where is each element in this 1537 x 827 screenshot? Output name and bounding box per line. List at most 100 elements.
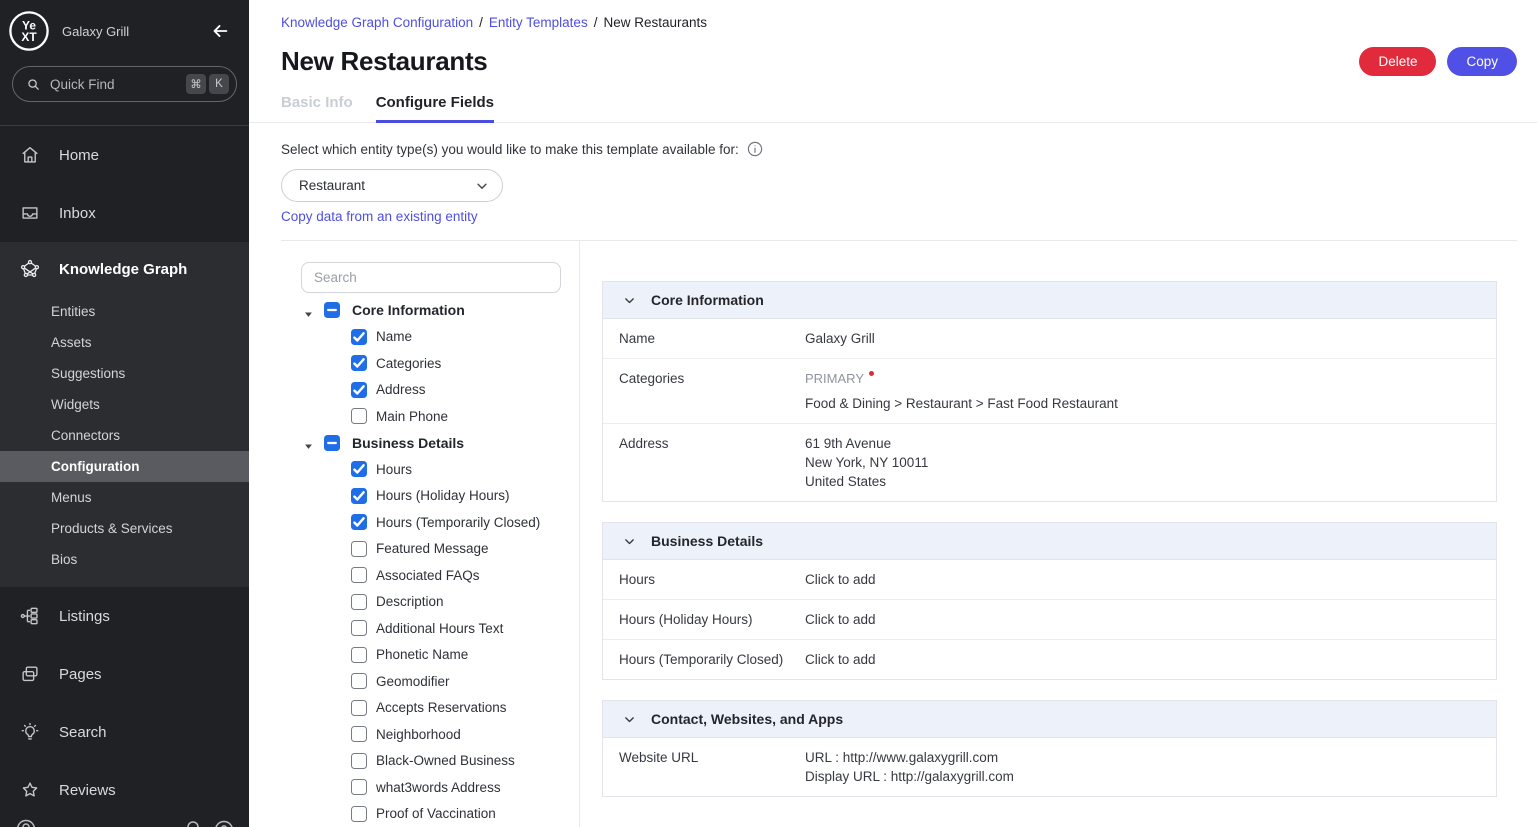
- field-associated-faqs[interactable]: Associated FAQs: [281, 562, 579, 589]
- preview-row-label: Name: [619, 329, 805, 348]
- value-line: New York, NY 10011: [805, 453, 928, 472]
- field-checkbox[interactable]: [351, 541, 367, 557]
- notifications-bell-icon[interactable]: [181, 818, 205, 827]
- pages-icon: [19, 663, 41, 685]
- field-checkbox[interactable]: [351, 408, 367, 424]
- sidebar-item-menus[interactable]: Menus: [0, 482, 249, 513]
- field-geomodifier[interactable]: Geomodifier: [281, 668, 579, 695]
- field-checkbox[interactable]: [351, 567, 367, 583]
- sidebar-item-connectors[interactable]: Connectors: [0, 420, 249, 451]
- tab-basic-info[interactable]: Basic Info: [281, 94, 353, 123]
- section-header-core-information[interactable]: Core Information: [603, 282, 1496, 319]
- field-checkbox[interactable]: [351, 753, 367, 769]
- field-checkbox[interactable]: [351, 329, 367, 345]
- sidebar-item-search[interactable]: Search: [0, 703, 249, 761]
- field-featured-message[interactable]: Featured Message: [281, 536, 579, 563]
- field-checkbox[interactable]: [351, 806, 367, 822]
- delete-button[interactable]: Delete: [1359, 47, 1436, 76]
- field-checkbox[interactable]: [351, 514, 367, 530]
- preview-row-hours-holiday-hours: Hours (Holiday Hours)Click to add: [603, 600, 1496, 640]
- field-neighborhood[interactable]: Neighborhood: [281, 721, 579, 748]
- group-checkbox[interactable]: [324, 302, 340, 318]
- click-to-add[interactable]: Click to add: [805, 650, 876, 669]
- breadcrumb-item-entity-templates[interactable]: Entity Templates: [489, 15, 588, 30]
- field-hours[interactable]: Hours: [281, 456, 579, 483]
- sidebar-item-pages[interactable]: Pages: [0, 645, 249, 703]
- field-search-input[interactable]: [301, 262, 561, 293]
- field-description[interactable]: Description: [281, 589, 579, 616]
- field-checkbox[interactable]: [351, 355, 367, 371]
- field-picker-panel: Core InformationNameCategoriesAddressMai…: [249, 241, 580, 827]
- field-checkbox[interactable]: [351, 461, 367, 477]
- sidebar-item-home[interactable]: Home: [0, 126, 249, 184]
- field-checkbox[interactable]: [351, 673, 367, 689]
- field-phonetic-name[interactable]: Phonetic Name: [281, 642, 579, 669]
- field-main-phone[interactable]: Main Phone: [281, 403, 579, 430]
- sidebar-item-configuration[interactable]: Configuration: [0, 451, 249, 482]
- breadcrumb-item-knowledge-graph-configuration[interactable]: Knowledge Graph Configuration: [281, 15, 473, 30]
- field-label: Hours (Temporarily Closed): [376, 515, 540, 530]
- sidebar-item-reviews[interactable]: Reviews: [0, 761, 249, 819]
- sidebar-item-widgets[interactable]: Widgets: [0, 389, 249, 420]
- field-group-core-information[interactable]: Core Information: [281, 297, 579, 324]
- field-group-business-details[interactable]: Business Details: [281, 430, 579, 457]
- entity-type-selected-value: Restaurant: [299, 178, 365, 193]
- field-checkbox[interactable]: [351, 488, 367, 504]
- preview-row-value: Click to add: [805, 610, 876, 629]
- preview-row-value: Click to add: [805, 650, 876, 669]
- field-checkbox[interactable]: [351, 647, 367, 663]
- sidebar-item-products-services[interactable]: Products & Services: [0, 513, 249, 544]
- field-hours-holiday-hours[interactable]: Hours (Holiday Hours): [281, 483, 579, 510]
- field-group-label: Business Details: [352, 435, 464, 451]
- sidebar-item-knowledge-graph[interactable]: Knowledge Graph: [0, 242, 249, 296]
- field-proof-of-vaccination[interactable]: Proof of Vaccination: [281, 801, 579, 827]
- tab-configure-fields[interactable]: Configure Fields: [376, 94, 494, 123]
- svg-text:XT: XT: [21, 30, 37, 44]
- primary-tag: PRIMARY: [805, 369, 1118, 388]
- sidebar-item-inbox[interactable]: Inbox: [0, 184, 249, 242]
- sidebar-item-suggestions[interactable]: Suggestions: [0, 358, 249, 389]
- copy-existing-entity-link[interactable]: Copy data from an existing entity: [281, 209, 478, 224]
- brand-row: YeXT Galaxy Grill: [0, 0, 249, 62]
- entity-type-select[interactable]: Restaurant: [281, 169, 503, 202]
- field-checkbox[interactable]: [351, 779, 367, 795]
- field-checkbox[interactable]: [351, 594, 367, 610]
- sidebar-item-bios[interactable]: Bios: [0, 544, 249, 575]
- caret-down-icon[interactable]: [304, 438, 313, 447]
- field-checkbox[interactable]: [351, 726, 367, 742]
- field-black-owned-business[interactable]: Black-Owned Business: [281, 748, 579, 775]
- field-label: Accepts Reservations: [376, 700, 507, 715]
- section-header-contact-websites-and-apps[interactable]: Contact, Websites, and Apps: [603, 701, 1496, 738]
- field-what3words-address[interactable]: what3words Address: [281, 774, 579, 801]
- sidebar-item-listings[interactable]: Listings: [0, 587, 249, 645]
- title-row: New Restaurants Delete Copy: [281, 45, 1517, 77]
- field-checkbox[interactable]: [351, 700, 367, 716]
- field-additional-hours-text[interactable]: Additional Hours Text: [281, 615, 579, 642]
- collapse-sidebar-arrow-icon[interactable]: [209, 20, 231, 42]
- field-label: Associated FAQs: [376, 568, 480, 583]
- field-hours-temporarily-closed[interactable]: Hours (Temporarily Closed): [281, 509, 579, 536]
- field-checkbox[interactable]: [351, 382, 367, 398]
- chevron-down-icon: [623, 713, 636, 726]
- quick-find[interactable]: Quick Find ⌘ K: [12, 66, 237, 102]
- section-header-business-details[interactable]: Business Details: [603, 523, 1496, 560]
- field-checkbox[interactable]: [351, 620, 367, 636]
- field-categories[interactable]: Categories: [281, 350, 579, 377]
- help-icon[interactable]: [212, 818, 236, 827]
- click-to-add[interactable]: Click to add: [805, 570, 876, 589]
- sidebar-item-entities[interactable]: Entities: [0, 296, 249, 327]
- field-accepts-reservations[interactable]: Accepts Reservations: [281, 695, 579, 722]
- account-name: Galaxy Grill: [62, 24, 129, 39]
- breadcrumb-item-new-restaurants: New Restaurants: [603, 15, 707, 30]
- click-to-add[interactable]: Click to add: [805, 610, 876, 629]
- user-avatar-icon[interactable]: [14, 817, 38, 827]
- caret-down-icon[interactable]: [304, 306, 313, 315]
- copy-button[interactable]: Copy: [1447, 47, 1517, 76]
- entity-type-prompt: Select which entity type(s) you would li…: [281, 142, 739, 157]
- listings-icon: [19, 605, 41, 627]
- info-icon[interactable]: [747, 141, 763, 157]
- field-address[interactable]: Address: [281, 377, 579, 404]
- group-checkbox[interactable]: [324, 435, 340, 451]
- sidebar-item-assets[interactable]: Assets: [0, 327, 249, 358]
- field-name[interactable]: Name: [281, 324, 579, 351]
